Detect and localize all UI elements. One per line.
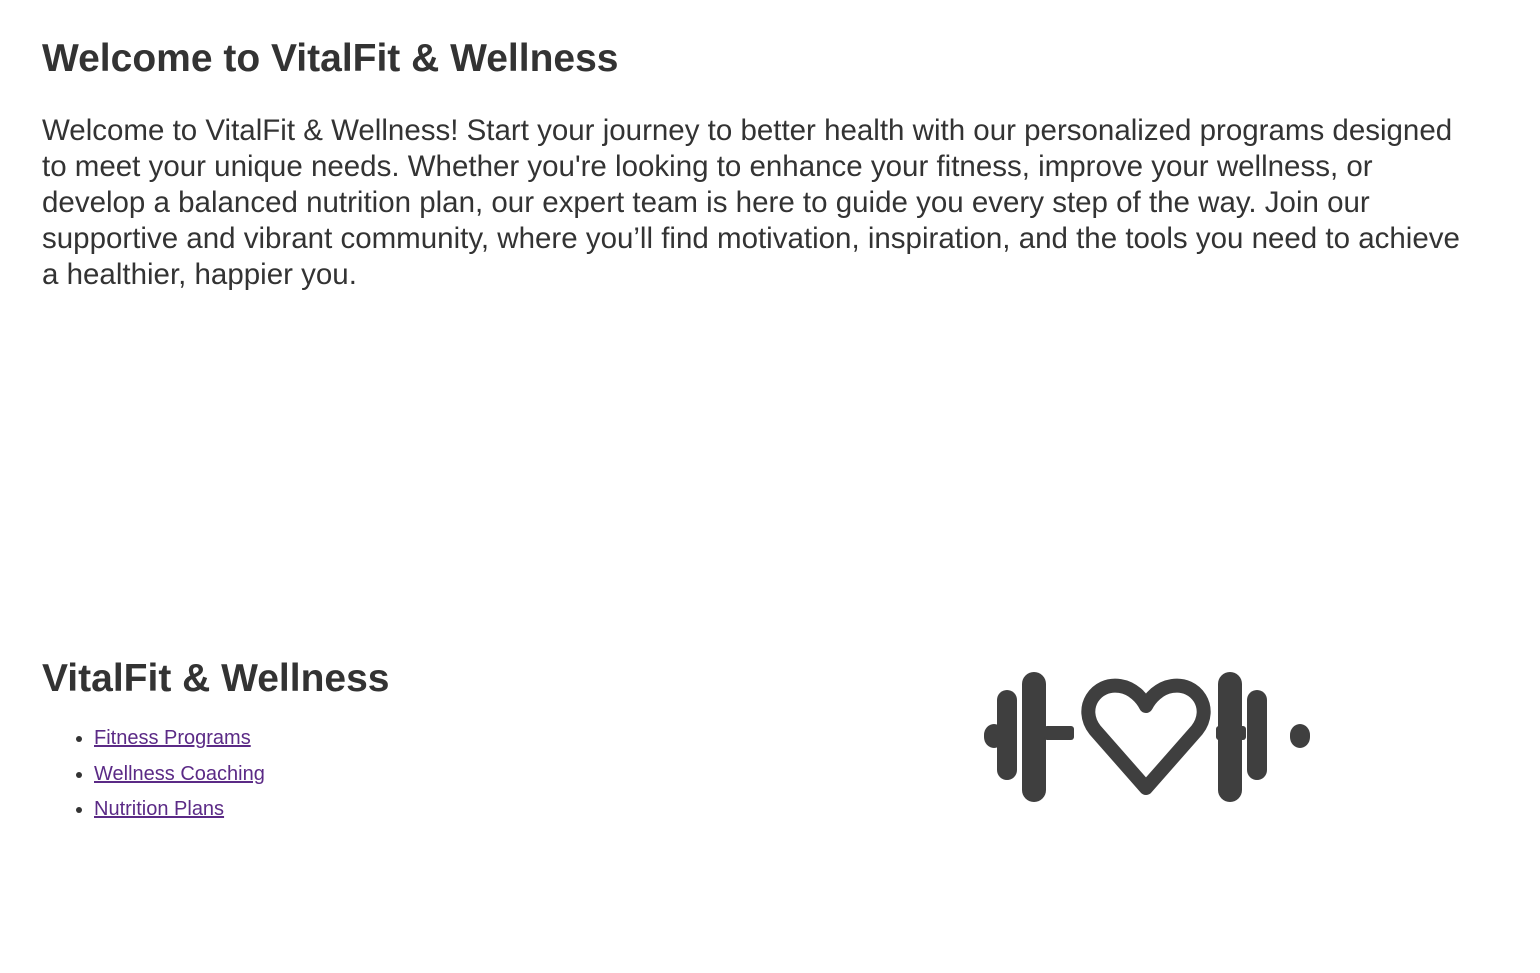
nav-item-fitness-programs: Fitness Programs	[94, 721, 265, 757]
page-title: Welcome to VitalFit & Wellness	[42, 37, 619, 80]
intro-paragraph: Welcome to VitalFit & Wellness! Start yo…	[42, 114, 1460, 291]
page: Welcome to VitalFit & Wellness Welcome t…	[0, 0, 1540, 973]
nav-item-wellness-coaching: Wellness Coaching	[94, 757, 265, 793]
nav-links: Fitness Programs Wellness Coaching Nutri…	[42, 721, 265, 828]
nav-item-nutrition-plans: Nutrition Plans	[94, 792, 265, 828]
nutrition-plans-link[interactable]: Nutrition Plans	[94, 798, 224, 820]
fitness-programs-link[interactable]: Fitness Programs	[94, 727, 251, 749]
dumbbell-heart-icon	[984, 672, 1310, 802]
brand-heading: VitalFit & Wellness	[42, 657, 390, 700]
wellness-coaching-link[interactable]: Wellness Coaching	[94, 763, 265, 785]
